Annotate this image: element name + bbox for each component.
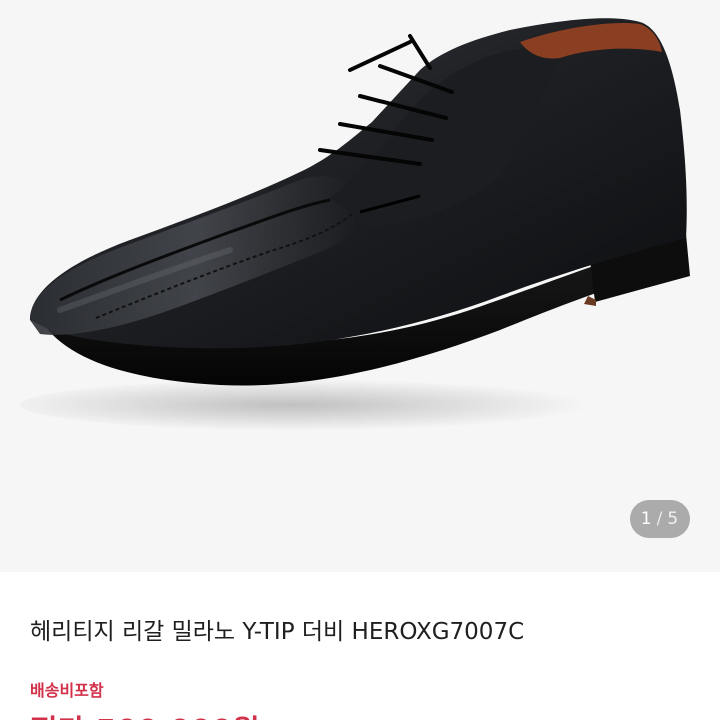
product-detail-screen: 1 / 5 헤리티지 리갈 밀라노 Y-TIP 더비 HEROXG7007C 배… [0,0,720,720]
product-image-gallery[interactable]: 1 / 5 [0,0,720,572]
product-price: 정가 500,000원 [30,706,260,720]
product-info-section: 헤리티지 리갈 밀라노 Y-TIP 더비 HEROXG7007C 배송비포함 정… [0,572,720,720]
product-title: 헤리티지 리갈 밀라노 Y-TIP 더비 HEROXG7007C [30,619,525,645]
image-page-indicator: 1 / 5 [630,500,690,538]
product-photo-black-derby-shoe [20,18,690,431]
image-page-separator: / [656,509,664,529]
image-page-total: 5 [667,509,680,529]
image-page-current: 1 [640,509,653,529]
shipping-included-label: 배송비포함 [30,681,104,700]
